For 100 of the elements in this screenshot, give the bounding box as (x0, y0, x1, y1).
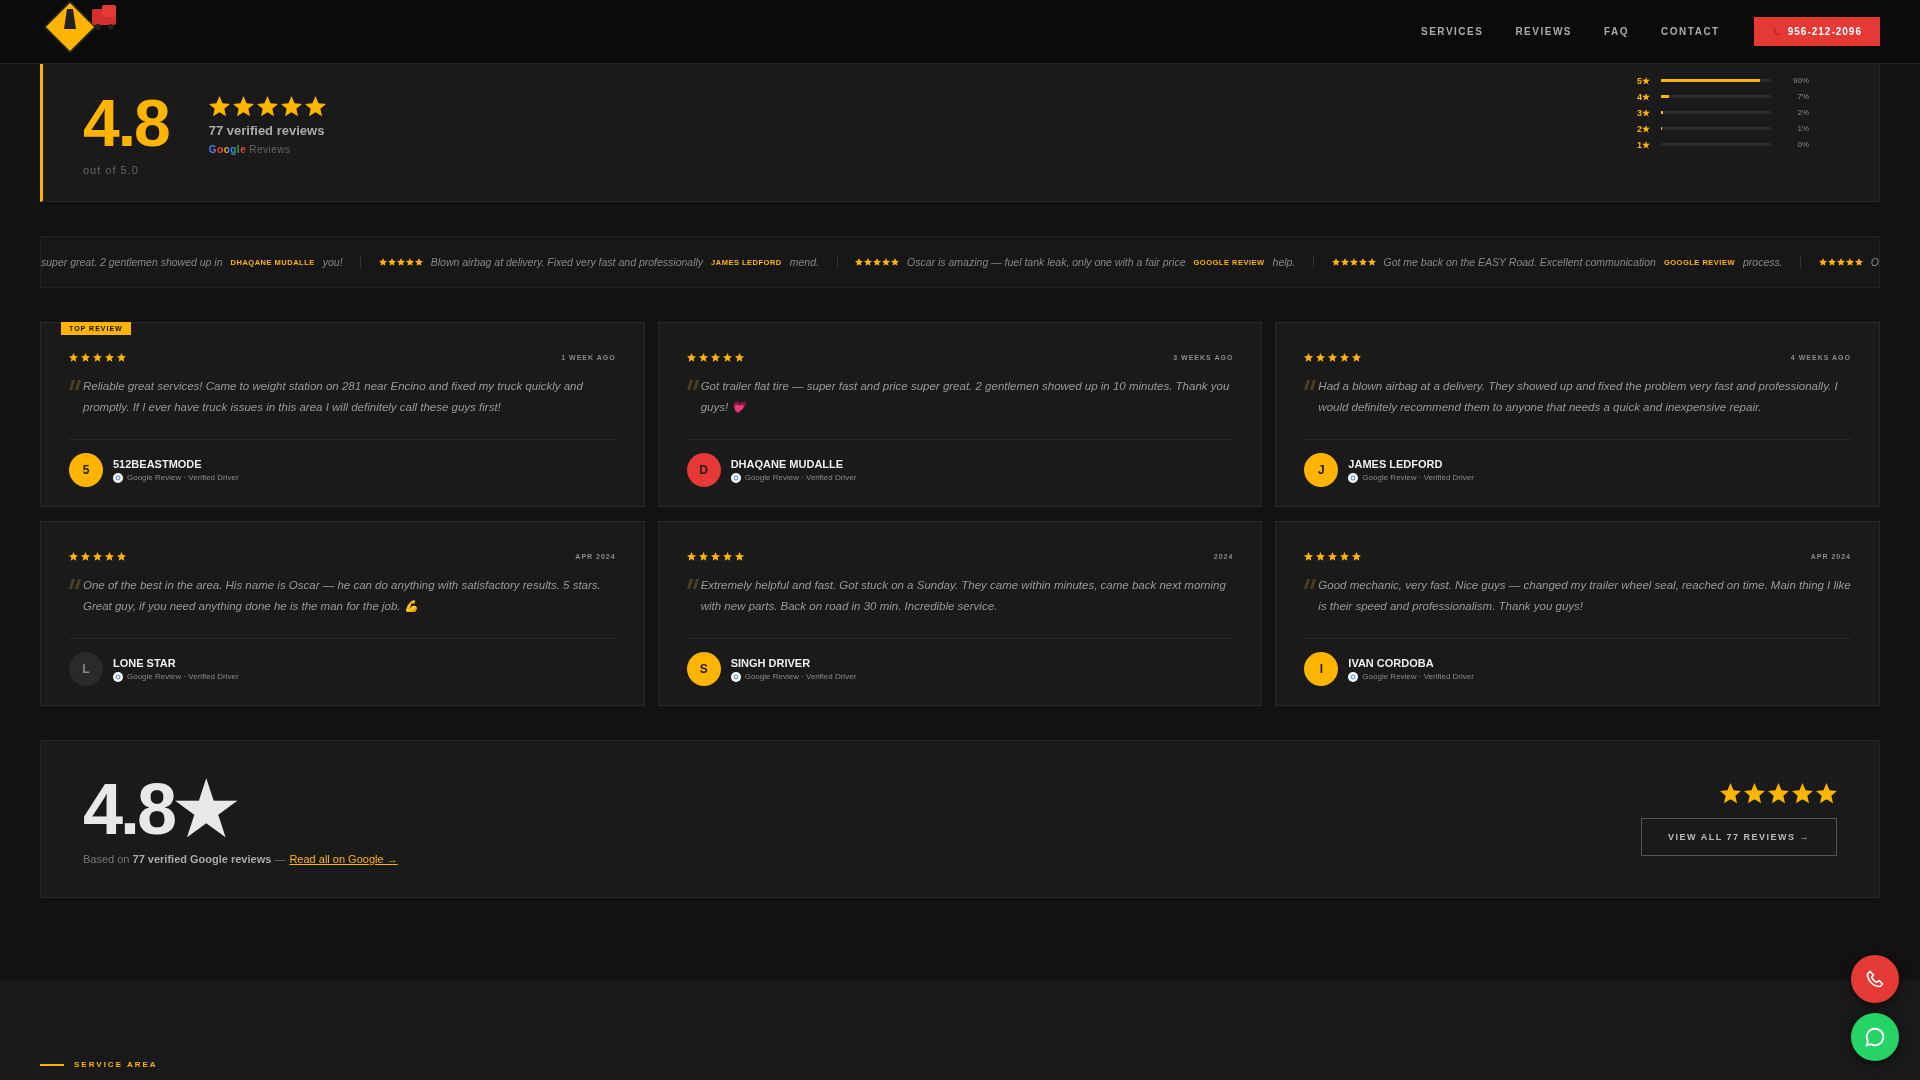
star-icon (1304, 552, 1314, 561)
review-quote: Oscar is amazing — fuel tank leak, only one with a fair price (907, 256, 1186, 268)
star-icon (722, 353, 732, 362)
nav-link[interactable]: CONTACT (1661, 26, 1720, 37)
review-quote: Blown airbag at delivery. Fixed very fast and professionally (430, 256, 704, 268)
avatar: D (686, 453, 721, 487)
quote-icon (686, 579, 699, 589)
star-icon (232, 96, 254, 117)
phone-button[interactable] (1851, 955, 1899, 1003)
reviewer-name: IVAN CORDOBA (1348, 656, 1435, 669)
review-quote: Got me back on the EASY Road. Excellent communication (1383, 256, 1656, 268)
section-eyebrow: SERVICE AREA (74, 1060, 158, 1069)
nav-link[interactable]: FAQ (1604, 26, 1630, 37)
review-source: Google Review · Verified Driver (744, 473, 857, 482)
star-icon (1304, 353, 1314, 362)
google-reviews-link[interactable]: Read all on Google → (289, 853, 398, 865)
review-text: Extremely helpful and fast. Got stuck on a Sunday. They came within minutes, came back next morning with new parts. Back on road in 30 min. Incredible service. (700, 578, 1227, 614)
google-icon (1348, 671, 1359, 682)
reviewer-name: 512BEASTMODE (113, 457, 203, 470)
star-icon (1352, 552, 1362, 561)
review-text: Got trailer flat tire — super fast and price super great. 2 gentlemen showed up in 10 minutes. Thank you guys! 💗 (700, 379, 1231, 415)
reviewer-name: DHAQANE MUDALLE (730, 457, 845, 470)
star-icon (208, 96, 230, 117)
rating-basis: Based on 77 verified Google reviews — (83, 853, 286, 865)
star-icon (1316, 353, 1326, 362)
review-count: 77 verified reviews (208, 123, 326, 138)
source-label: Reviews (249, 144, 291, 155)
star-icon (1316, 552, 1326, 561)
google-icon (1348, 472, 1359, 483)
star-icon (710, 552, 720, 561)
phone-icon (1865, 969, 1885, 989)
star-icon (117, 552, 126, 561)
quote-icon (1304, 579, 1317, 589)
rating-percent: 0% (1796, 140, 1809, 149)
star-icon (1340, 552, 1350, 561)
star-icon (69, 353, 78, 362)
star-icon (304, 96, 326, 117)
review-quote: super great. 2 gentlemen showed up in (41, 256, 223, 268)
rating-score: 4.8 (83, 89, 169, 156)
star-icon (1328, 552, 1338, 561)
rating-label: 1★ (1637, 139, 1651, 150)
rating-label: 2★ (1637, 123, 1651, 134)
avatar: S (686, 652, 721, 686)
star-icon (280, 96, 302, 117)
avatar: 5 (69, 453, 103, 487)
avatar: L (69, 652, 103, 686)
google-wordmark: Google (208, 144, 247, 155)
avatar: I (1304, 652, 1339, 686)
rating-score: 4.8★ (83, 773, 238, 845)
review-text: Had a blown airbag at a delivery. They showed up and fixed the problem very fast and professionally. I would definitely recommend them to anyone that needs a quick and inexpensive repair. (1318, 379, 1839, 415)
nav-link[interactable]: SERVICES (1421, 26, 1484, 37)
star-icon (81, 353, 90, 362)
rating-percent: 1% (1796, 124, 1809, 133)
star-icon (1720, 782, 1741, 804)
review-text: Reliable great services! Came to weight station on 281 near Encino and fixed my truck quickly and promptly. If I ever have truck issues in this area I will definitely call these guys first! (83, 379, 584, 415)
star-icon (686, 353, 696, 362)
phone-icon (1771, 26, 1782, 37)
review-quote: process. (1743, 256, 1783, 268)
rating-percent: 7% (1796, 92, 1809, 101)
star-icon (93, 552, 102, 561)
chat-bubble-icon (1864, 1026, 1886, 1048)
review-quote: you! (322, 256, 343, 268)
star-icon (734, 552, 744, 561)
quote-icon (69, 380, 81, 390)
star-icon (1744, 782, 1765, 804)
quote-icon (1304, 380, 1317, 390)
rating-percent: 2% (1796, 108, 1809, 117)
rating-scale: out of 5.0 (83, 163, 140, 176)
review-quote: help. (1272, 256, 1296, 268)
star-icon (105, 353, 114, 362)
rating-label: 4★ (1637, 91, 1651, 102)
review-source: Google Review · Verified Driver (127, 672, 239, 681)
rating-label: 3★ (1637, 107, 1651, 118)
avatar: J (1304, 453, 1339, 487)
google-icon (730, 472, 741, 483)
review-text: One of the best in the area. His name is Oscar — he can do anything with satisfactory results. 5 stars. Great guy, if you need anything done he is the man for the job. 💪 (83, 578, 602, 614)
phone-button[interactable]: 956-212-2096 (1753, 17, 1880, 46)
star-icon (722, 552, 732, 561)
review-source: Google Review · Verified Driver (744, 672, 857, 681)
google-icon (730, 671, 741, 682)
star-icon (105, 552, 114, 561)
star-icon (698, 552, 708, 561)
star-icon (1768, 782, 1789, 804)
rating-percent: 90% (1792, 76, 1809, 85)
star-icon (710, 353, 720, 362)
star-icon (686, 552, 696, 561)
star-icon (1352, 353, 1362, 362)
star-icon (256, 96, 278, 117)
star-icon (1340, 353, 1350, 362)
google-icon (113, 671, 123, 682)
star-icon (734, 353, 744, 362)
rating-label: 5★ (1637, 75, 1651, 86)
star-icon (117, 353, 126, 362)
nav-link[interactable]: REVIEWS (1515, 26, 1572, 37)
review-source: Google Review · Verified Driver (1362, 672, 1474, 681)
quote-icon (69, 579, 81, 589)
review-source: Google Review · Verified Driver (127, 473, 239, 482)
reviewer-name: LONE STAR (113, 656, 177, 669)
view-all-button[interactable]: VIEW ALL 77 REVIEWS → (1640, 817, 1837, 856)
star-icon (1816, 782, 1837, 804)
